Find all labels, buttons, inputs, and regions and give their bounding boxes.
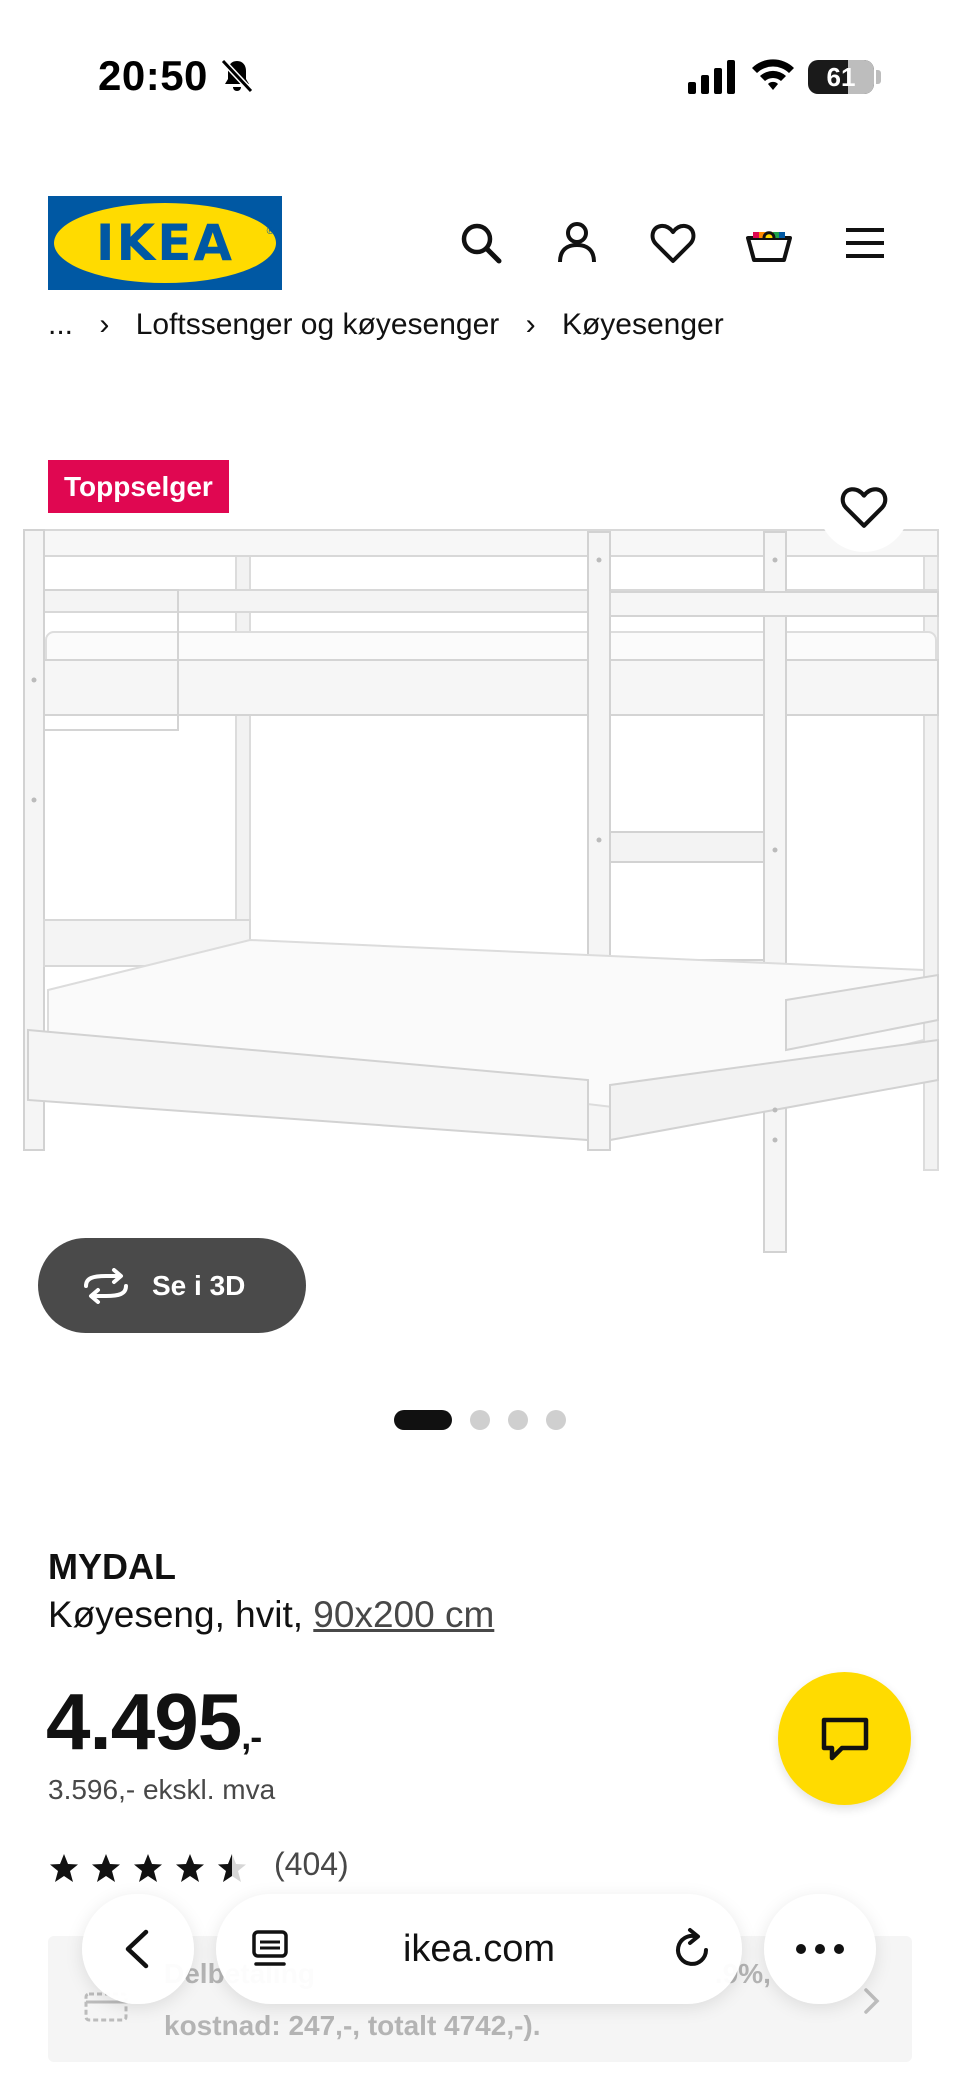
product-description: Køyeseng, hvit, 90x200 cm bbox=[48, 1594, 494, 1636]
carousel-dot[interactable] bbox=[470, 1410, 490, 1430]
breadcrumb-separator-icon: › bbox=[525, 308, 536, 341]
product-image-bunk-bed[interactable] bbox=[18, 520, 948, 1260]
star-half-icon bbox=[218, 1854, 246, 1882]
carousel-dot[interactable] bbox=[546, 1410, 566, 1430]
more-horizontal-icon bbox=[796, 1944, 844, 1954]
heart-icon bbox=[840, 487, 888, 528]
star-full-icon bbox=[134, 1854, 162, 1882]
status-time: 20:50 bbox=[98, 52, 208, 99]
logo-text: IKEA bbox=[95, 214, 235, 272]
browser-back-button[interactable] bbox=[82, 1894, 194, 2004]
price-suffix: ,- bbox=[241, 1716, 262, 1757]
breadcrumb-item-root[interactable]: ... bbox=[48, 308, 73, 341]
cart-icon[interactable] bbox=[744, 218, 794, 268]
menu-icon[interactable] bbox=[840, 218, 890, 268]
carousel-dot-active[interactable] bbox=[394, 1410, 452, 1430]
url-text: ikea.com bbox=[402, 1928, 556, 1970]
breadcrumb-separator-icon: › bbox=[99, 308, 110, 341]
view-in-3d-label: Se i 3D bbox=[152, 1270, 246, 1301]
price-ex-vat: 3.596,- ekskl. mva bbox=[48, 1774, 276, 1805]
heart-icon[interactable] bbox=[648, 218, 698, 268]
browser-address-bar[interactable]: ikea.com bbox=[216, 1894, 742, 2004]
cellular-signal-icon bbox=[688, 60, 736, 94]
chevron-right-icon bbox=[864, 1988, 880, 2014]
battery-level: 61 bbox=[826, 62, 856, 92]
product-type: Køyeseng, hvit, bbox=[48, 1594, 304, 1635]
product-size-link[interactable]: 90x200 cm bbox=[313, 1594, 494, 1635]
battery-icon: 61 bbox=[808, 60, 874, 94]
rotate-3d-icon bbox=[84, 1268, 128, 1304]
breadcrumb: ... › Loftssenger og køyesenger › Køyese… bbox=[0, 300, 960, 352]
bell-slash-icon bbox=[220, 58, 254, 94]
account-icon[interactable] bbox=[552, 218, 602, 268]
browser-more-button[interactable] bbox=[764, 1894, 876, 2004]
product-price: 4.495,- bbox=[46, 1676, 262, 1768]
star-full-icon bbox=[92, 1854, 120, 1882]
chat-button[interactable] bbox=[778, 1672, 911, 1805]
price-value: 4.495 bbox=[46, 1677, 242, 1766]
financing-text-line2: kostnad: 247,-, totalt 4742,-). bbox=[164, 2010, 541, 2041]
chevron-left-icon bbox=[125, 1929, 149, 1969]
ikea-logo[interactable]: IKEA ® bbox=[48, 196, 282, 290]
status-bar: 20:50 61 bbox=[0, 0, 960, 150]
chat-icon bbox=[821, 1717, 869, 1761]
product-name: MYDAL bbox=[48, 1546, 176, 1587]
review-count[interactable]: (404) bbox=[274, 1846, 349, 1883]
breadcrumb-item-loft-beds[interactable]: Loftssenger og køyesenger bbox=[136, 308, 500, 341]
search-icon[interactable] bbox=[456, 218, 506, 268]
wifi-icon bbox=[750, 56, 796, 94]
battery-cap bbox=[876, 70, 881, 84]
breadcrumb-item-bunk-beds[interactable]: Køyesenger bbox=[562, 308, 724, 341]
reload-icon[interactable] bbox=[670, 1926, 714, 1972]
star-full-icon bbox=[176, 1854, 204, 1882]
view-in-3d-button[interactable]: Se i 3D bbox=[38, 1238, 306, 1333]
top-seller-badge: Toppselger bbox=[48, 460, 229, 513]
star-full-icon bbox=[50, 1854, 78, 1882]
add-to-favorites-button[interactable] bbox=[818, 460, 910, 552]
carousel-dot[interactable] bbox=[508, 1410, 528, 1430]
